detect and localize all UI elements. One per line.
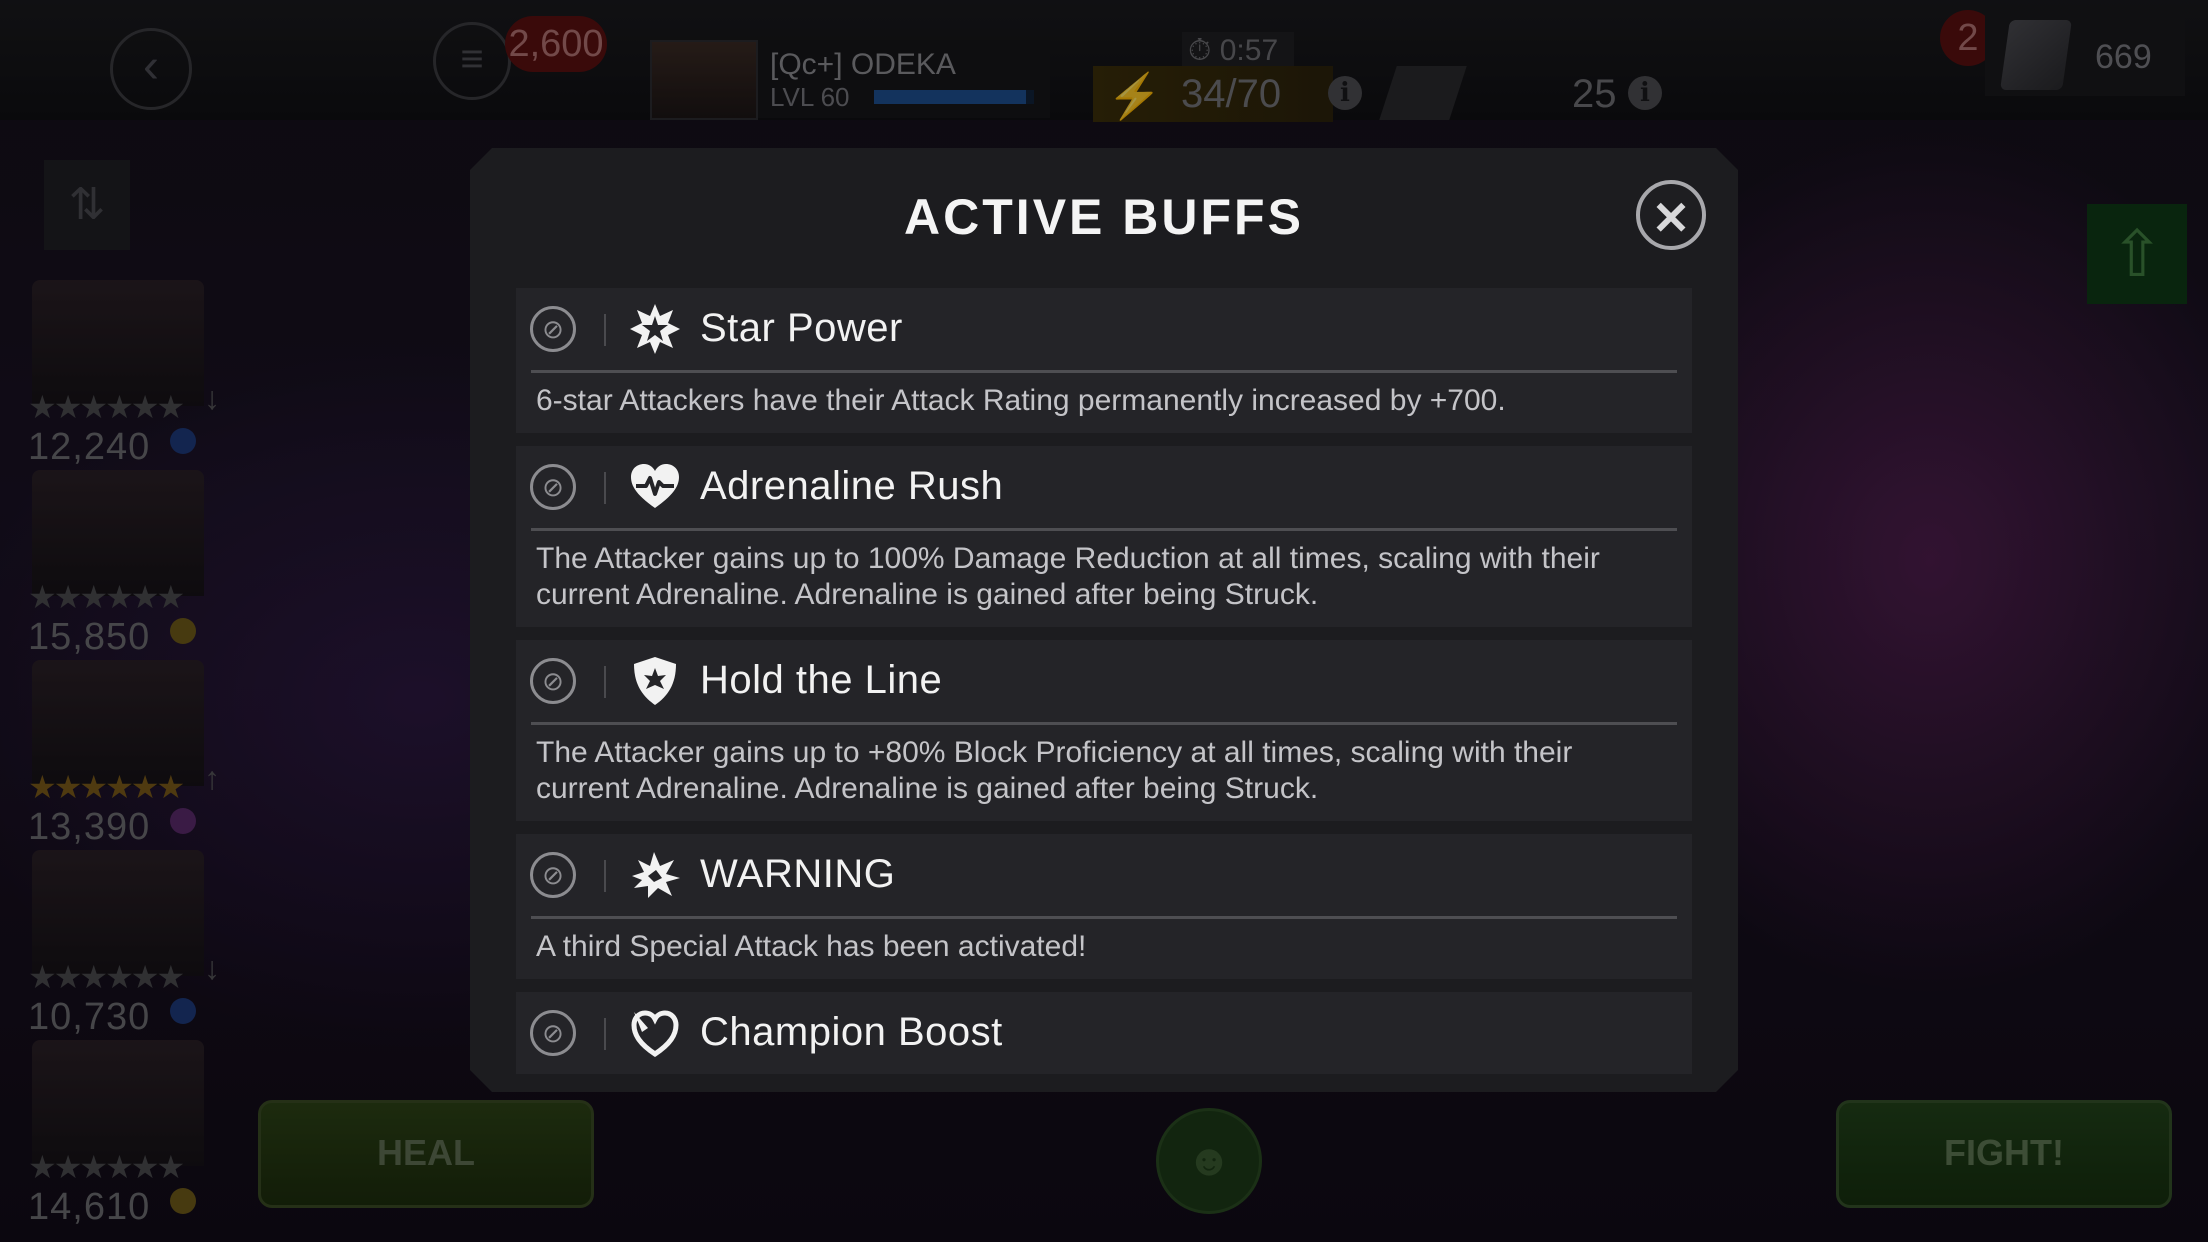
modal-title: ACTIVE BUFFS bbox=[904, 189, 1304, 245]
buff-name: Champion Boost bbox=[700, 1010, 1003, 1054]
heartbeat-icon bbox=[631, 464, 679, 508]
warning-burst-icon bbox=[632, 852, 680, 898]
divider bbox=[604, 860, 606, 892]
divider bbox=[604, 1018, 606, 1050]
buff-description: The Attacker gains up to +80% Block Prof… bbox=[536, 736, 1573, 805]
buff-name: Hold the Line bbox=[700, 658, 943, 702]
node-icon: ⊘ bbox=[530, 852, 576, 898]
divider bbox=[604, 472, 606, 504]
node-icon: ⊘ bbox=[530, 1010, 576, 1056]
shield-icon bbox=[634, 657, 676, 705]
champion-boost-icon bbox=[631, 1010, 679, 1058]
buff-name: Adrenaline Rush bbox=[700, 464, 1004, 508]
buff-name: WARNING bbox=[700, 852, 896, 896]
divider bbox=[604, 314, 606, 346]
node-icon: ⊘ bbox=[530, 306, 576, 352]
buff-item: ⊘ Adrenaline Rush The Attacker gains up … bbox=[516, 446, 1692, 627]
buff-item: ⊘ WARNING A third Special Attack has bee… bbox=[516, 834, 1692, 979]
close-icon: ✕ bbox=[1651, 192, 1691, 244]
star-burst-icon bbox=[630, 304, 680, 354]
buff-item: ⊘ Champion Boost bbox=[516, 992, 1692, 1074]
buff-description: The Attacker gains up to 100% Damage Red… bbox=[536, 542, 1600, 611]
node-icon: ⊘ bbox=[530, 464, 576, 510]
buff-name: Star Power bbox=[700, 306, 903, 350]
buff-item: ⊘ Hold the Line The Attacker gains up to… bbox=[516, 640, 1692, 821]
close-button[interactable]: ✕ bbox=[1636, 180, 1706, 250]
node-icon: ⊘ bbox=[530, 658, 576, 704]
buff-item: ⊘ Star Power 6-star Attackers have their… bbox=[516, 288, 1692, 433]
buff-description: 6-star Attackers have their Attack Ratin… bbox=[536, 384, 1506, 417]
buff-list[interactable]: ⊘ Star Power 6-star Attackers have their… bbox=[516, 288, 1692, 1080]
active-buffs-modal: ACTIVE BUFFS ✕ ⊘ Star Power 6-star Attac… bbox=[470, 148, 1738, 1092]
buff-description: A third Special Attack has been activate… bbox=[536, 930, 1087, 963]
divider bbox=[604, 666, 606, 698]
